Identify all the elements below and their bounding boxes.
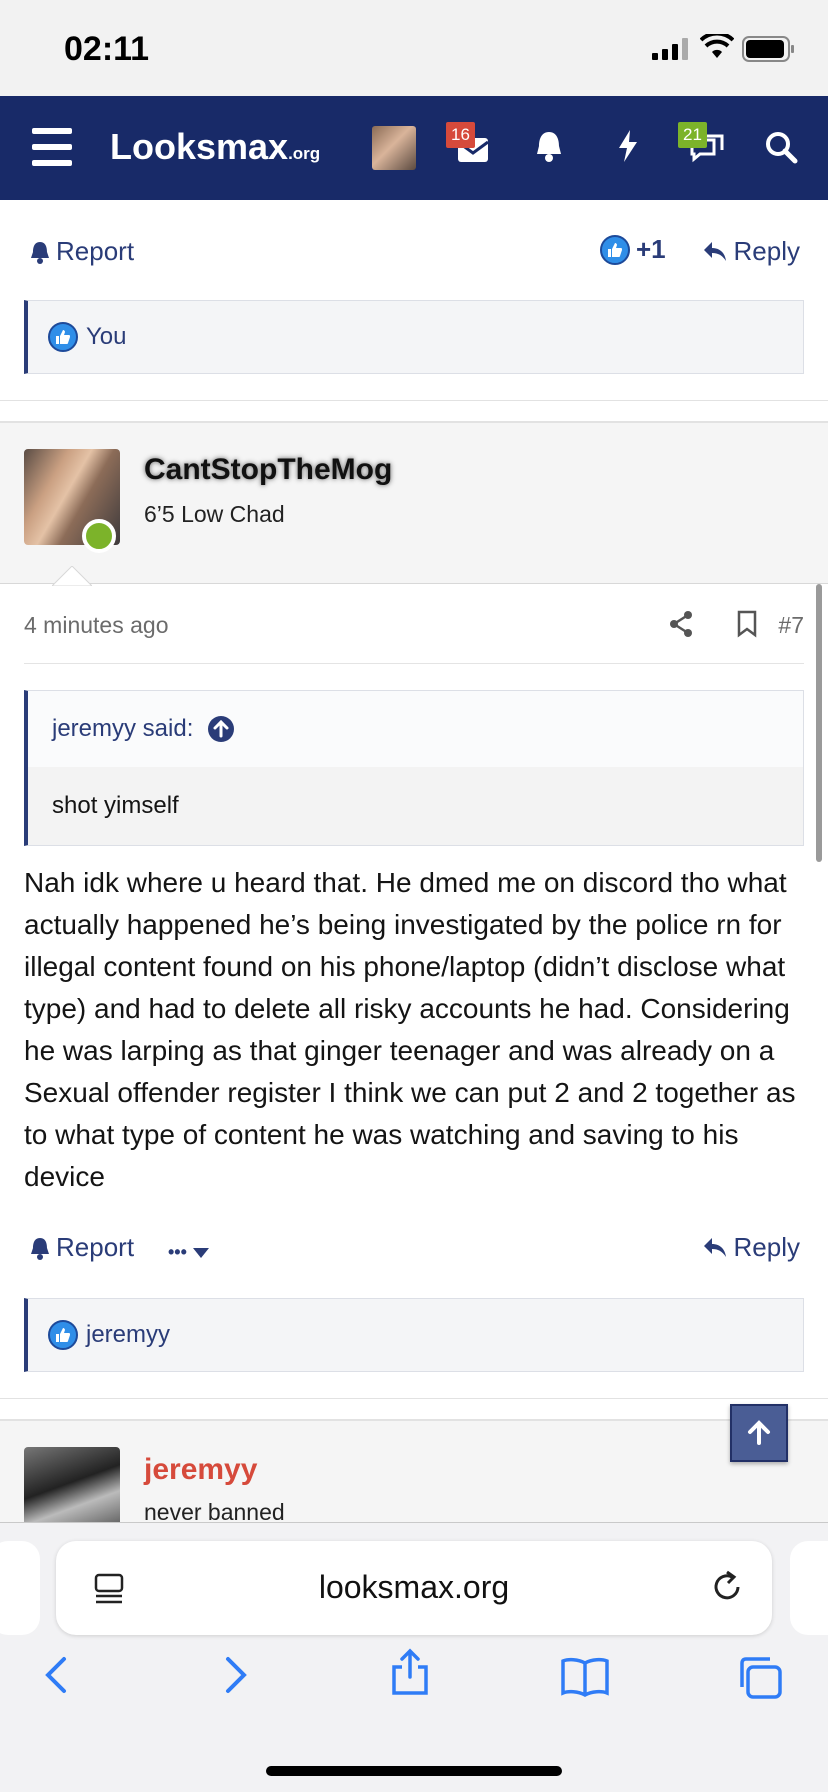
next-tab-card[interactable] xyxy=(790,1541,828,1635)
reply-arrow-icon xyxy=(703,1237,726,1257)
reaction-count: +1 xyxy=(636,234,666,264)
quote-block: jeremyy said: shot yimself xyxy=(24,690,804,846)
status-bar: 02:11 xyxy=(0,0,828,96)
post-meta: 4 minutes ago #7 xyxy=(24,590,804,664)
user-avatar-button[interactable] xyxy=(372,126,416,170)
caret-up xyxy=(52,566,92,586)
user-title: 6’5 Low Chad xyxy=(144,501,285,527)
arrow-up-icon xyxy=(748,1420,770,1445)
forward-icon[interactable] xyxy=(224,1655,248,1695)
cellular-signal-icon xyxy=(652,38,688,60)
reactions-summary[interactable]: You xyxy=(24,300,804,374)
chevron-down-icon xyxy=(192,1247,209,1258)
address-bar[interactable]: looksmax.org xyxy=(56,1541,772,1635)
browser-toolbar: looksmax.org xyxy=(0,1522,828,1792)
prev-post-actions: Report +1 Reply xyxy=(0,222,828,282)
quote-author[interactable]: jeremyy said: xyxy=(52,715,193,743)
post-body: Nah idk where u heard that. He dmed me o… xyxy=(24,867,796,1192)
online-indicator xyxy=(82,519,116,553)
reacted-by: jeremyy xyxy=(86,1321,171,1348)
share-icon[interactable] xyxy=(390,1647,430,1697)
report-button[interactable]: Report xyxy=(28,236,134,267)
next-post-user-block: jeremyy never banned xyxy=(0,1420,828,1543)
share-icon[interactable] xyxy=(668,610,694,638)
reacted-by: You xyxy=(86,323,127,350)
reload-icon[interactable] xyxy=(710,1569,744,1605)
status-time: 02:11 xyxy=(64,30,150,68)
previous-tab-card[interactable] xyxy=(0,1541,40,1635)
menu-icon[interactable] xyxy=(32,128,72,166)
username[interactable]: CantStopTheMog xyxy=(144,453,392,487)
url-text[interactable]: looksmax.org xyxy=(56,1569,772,1606)
quote-text: shot yimself xyxy=(28,767,803,845)
thumbs-up-icon xyxy=(600,234,630,265)
bookmark-icon[interactable] xyxy=(736,610,758,638)
back-icon[interactable] xyxy=(44,1655,68,1695)
post-separator xyxy=(0,400,828,422)
bookmarks-icon[interactable] xyxy=(560,1655,610,1697)
search-icon[interactable] xyxy=(764,126,798,166)
post-actions: Report ••• Reply xyxy=(0,1218,828,1278)
wifi-icon xyxy=(700,34,734,58)
tabs-icon[interactable] xyxy=(736,1655,784,1701)
reactions-summary[interactable]: jeremyy xyxy=(24,1298,804,1372)
report-button[interactable]: Report xyxy=(28,1232,134,1263)
bell-icon xyxy=(31,1237,49,1260)
post-separator xyxy=(0,1398,828,1420)
like-reaction-button[interactable]: +1 xyxy=(600,234,666,265)
thumbs-up-icon xyxy=(48,322,78,352)
site-header: Looksmax.org xyxy=(0,96,828,200)
lightning-icon[interactable] xyxy=(616,126,640,166)
reply-arrow-icon xyxy=(703,241,726,261)
back-to-top-button[interactable] xyxy=(730,1404,788,1462)
more-options-button[interactable]: ••• xyxy=(168,1242,209,1263)
bell-icon[interactable] xyxy=(534,126,564,166)
site-logo[interactable]: Looksmax.org xyxy=(110,126,320,168)
reply-button[interactable]: Reply xyxy=(702,236,800,267)
scrollbar[interactable] xyxy=(816,584,822,862)
username[interactable]: jeremyy xyxy=(144,1453,257,1487)
battery-icon xyxy=(742,36,794,62)
arrow-up-circle-icon[interactable] xyxy=(207,715,235,743)
alerts-badge: 21 xyxy=(678,122,707,148)
reply-button[interactable]: Reply xyxy=(702,1232,800,1263)
post-time[interactable]: 4 minutes ago xyxy=(24,612,168,639)
post-number[interactable]: #7 xyxy=(778,612,804,639)
conversations-badge: 16 xyxy=(446,122,475,148)
post-user-block: CantStopTheMog 6’5 Low Chad xyxy=(0,422,828,586)
thumbs-up-icon xyxy=(48,1320,78,1350)
home-indicator xyxy=(266,1766,562,1776)
bell-icon xyxy=(31,241,49,264)
